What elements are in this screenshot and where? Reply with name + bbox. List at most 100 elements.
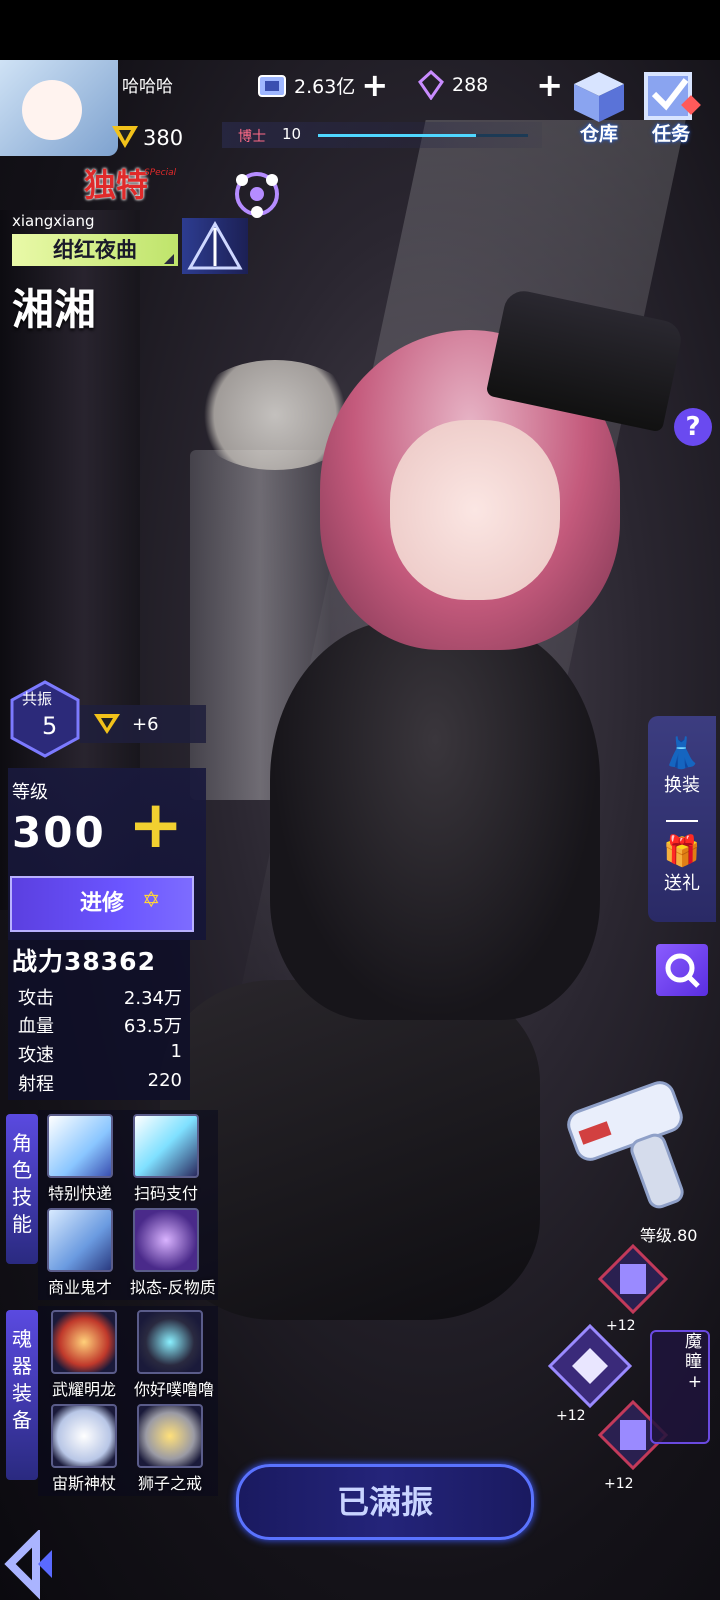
tab-char: 魂 [12, 1327, 32, 1351]
level-value: 300 [12, 808, 106, 857]
checkbox-icon [644, 72, 701, 120]
gold-value: 2.63亿 [294, 75, 356, 98]
gem-value: 288 [452, 74, 489, 96]
skill-name: 特别快递 [47, 1184, 112, 1203]
skin-tag-corner [164, 254, 174, 264]
robot-icon [137, 1310, 203, 1374]
doctor-label: 博士 [238, 129, 266, 145]
menu-divider [666, 820, 698, 822]
level-badge-icon [112, 126, 138, 148]
skill-name: 商业鬼才 [47, 1278, 112, 1297]
max-resonance-button[interactable]: 已满振 [236, 1464, 534, 1540]
cube-icon [574, 72, 624, 122]
equip-name: 武耀明龙 [51, 1380, 116, 1399]
weapon-level: 等级.80 [640, 1226, 698, 1245]
skill-express-delivery[interactable]: 特别快递 [44, 1114, 116, 1204]
tab-char: 能 [12, 1212, 32, 1236]
skills-tab: 角 色 技 能 [6, 1114, 38, 1264]
coin-stack-icon [258, 75, 286, 97]
warehouse-label: 仓库 [579, 123, 618, 145]
devil-eye-char: 魔 [685, 1332, 702, 1352]
equip-dragon[interactable]: 武耀明龙 [48, 1310, 120, 1400]
express-delivery-icon [47, 1114, 113, 1178]
antimatter-icon [133, 1208, 199, 1272]
dress-icon: 👗 [663, 736, 701, 771]
equip-name: 你好噗噜噜 [134, 1380, 215, 1399]
tasks-button[interactable]: 任务 [640, 68, 702, 146]
tab-char: 色 [12, 1158, 32, 1182]
skill-antimatter[interactable]: 拟态-反物质 [130, 1208, 216, 1298]
player-name: 哈哈哈 [122, 77, 173, 97]
class-icon [182, 218, 248, 274]
level-label: 等级 [12, 782, 48, 803]
gold-resource: 2.63亿 + [256, 66, 388, 104]
scanner-icon [133, 1114, 199, 1178]
equip-level: +12 [556, 1408, 586, 1424]
search-button[interactable] [656, 944, 708, 996]
outfit-button[interactable]: 👗 换装 [648, 736, 716, 797]
doctor-level: 10 [282, 125, 302, 143]
equip-robot[interactable]: 你好噗噜噜 [134, 1310, 215, 1400]
stat-value: 2.34万 [123, 988, 182, 1009]
stat-label: 血量 [18, 1016, 54, 1037]
skin-name-tag[interactable]: 绀红夜曲 [12, 234, 178, 266]
faction-icon [235, 172, 279, 218]
resonance-bonus-value: +6 [132, 713, 159, 735]
equip-lion-ring[interactable]: 狮子之戒 [134, 1404, 206, 1494]
stat-row: 射程 220 [18, 1070, 186, 1096]
doctor-level-bar: 博士 10 [222, 122, 542, 148]
resonance-bonus: +6 [80, 705, 206, 743]
zeus-icon [51, 1404, 117, 1468]
stat-label: 攻击 [18, 988, 54, 1009]
character-face [390, 420, 560, 600]
stat-row: 攻速 1 [18, 1041, 186, 1067]
tab-char: 角 [12, 1131, 32, 1155]
search-icon [665, 953, 700, 988]
scanner-gun-icon[interactable] [560, 1066, 710, 1216]
player-level: 380 [143, 126, 184, 150]
doctor-progress-fill [318, 134, 476, 137]
gift-label: 送礼 [664, 873, 700, 894]
stat-row: 攻击 2.34万 [18, 984, 186, 1010]
gift-button[interactable]: 🎁 送礼 [648, 834, 716, 895]
skill-scan-pay[interactable]: 扫码支付 [130, 1114, 202, 1204]
bonus-badge-icon [94, 714, 120, 734]
help-button[interactable]: ? [674, 408, 712, 446]
equip-name: 狮子之戒 [137, 1474, 202, 1493]
equip-zeus-staff[interactable]: 宙斯神杖 [48, 1404, 120, 1494]
tab-char: 器 [12, 1354, 32, 1378]
skill-name: 扫码支付 [133, 1184, 198, 1203]
money-stack-icon [47, 1208, 113, 1272]
equip-level: +12 [604, 1476, 634, 1492]
stat-row: 血量 63.5万 [18, 1012, 186, 1038]
tab-char: 装 [12, 1381, 32, 1405]
rarity-sub-label: SPecial [144, 168, 177, 178]
skill-name: 拟态-反物质 [130, 1278, 216, 1297]
crystal-icon [418, 70, 444, 100]
skill-business-genius[interactable]: 商业鬼才 [44, 1208, 116, 1298]
tab-char: 技 [12, 1185, 32, 1209]
equip-slot-middle[interactable] [548, 1324, 632, 1408]
add-gold-button[interactable]: + [361, 69, 388, 101]
star-icon: ✡ [142, 888, 161, 913]
equip-level: +12 [606, 1318, 636, 1334]
warehouse-button[interactable]: 仓库 [568, 68, 630, 146]
equip-name: 宙斯神杖 [51, 1474, 116, 1493]
resonance-level: 5 [42, 712, 58, 740]
advance-button[interactable]: 进修 [10, 876, 194, 932]
devil-eye-slot[interactable]: 魔 瞳 + [650, 1330, 710, 1444]
add-gem-button[interactable]: + [536, 69, 563, 101]
character-pinyin: xiangxiang [12, 212, 95, 230]
devil-eye-char: + [687, 1372, 702, 1392]
dragon-icon [51, 1310, 117, 1374]
rarity-label: 独特 [84, 166, 149, 204]
stat-label: 射程 [18, 1074, 54, 1095]
equip-slot-top[interactable] [598, 1244, 668, 1314]
level-up-button[interactable]: + [128, 792, 183, 858]
player-avatar[interactable] [0, 60, 118, 156]
stat-value: 1 [170, 1041, 182, 1062]
tab-char: 备 [12, 1408, 32, 1432]
stat-value: 220 [147, 1070, 182, 1091]
outfit-label: 换装 [664, 775, 700, 796]
back-icon[interactable] [0, 1530, 70, 1600]
